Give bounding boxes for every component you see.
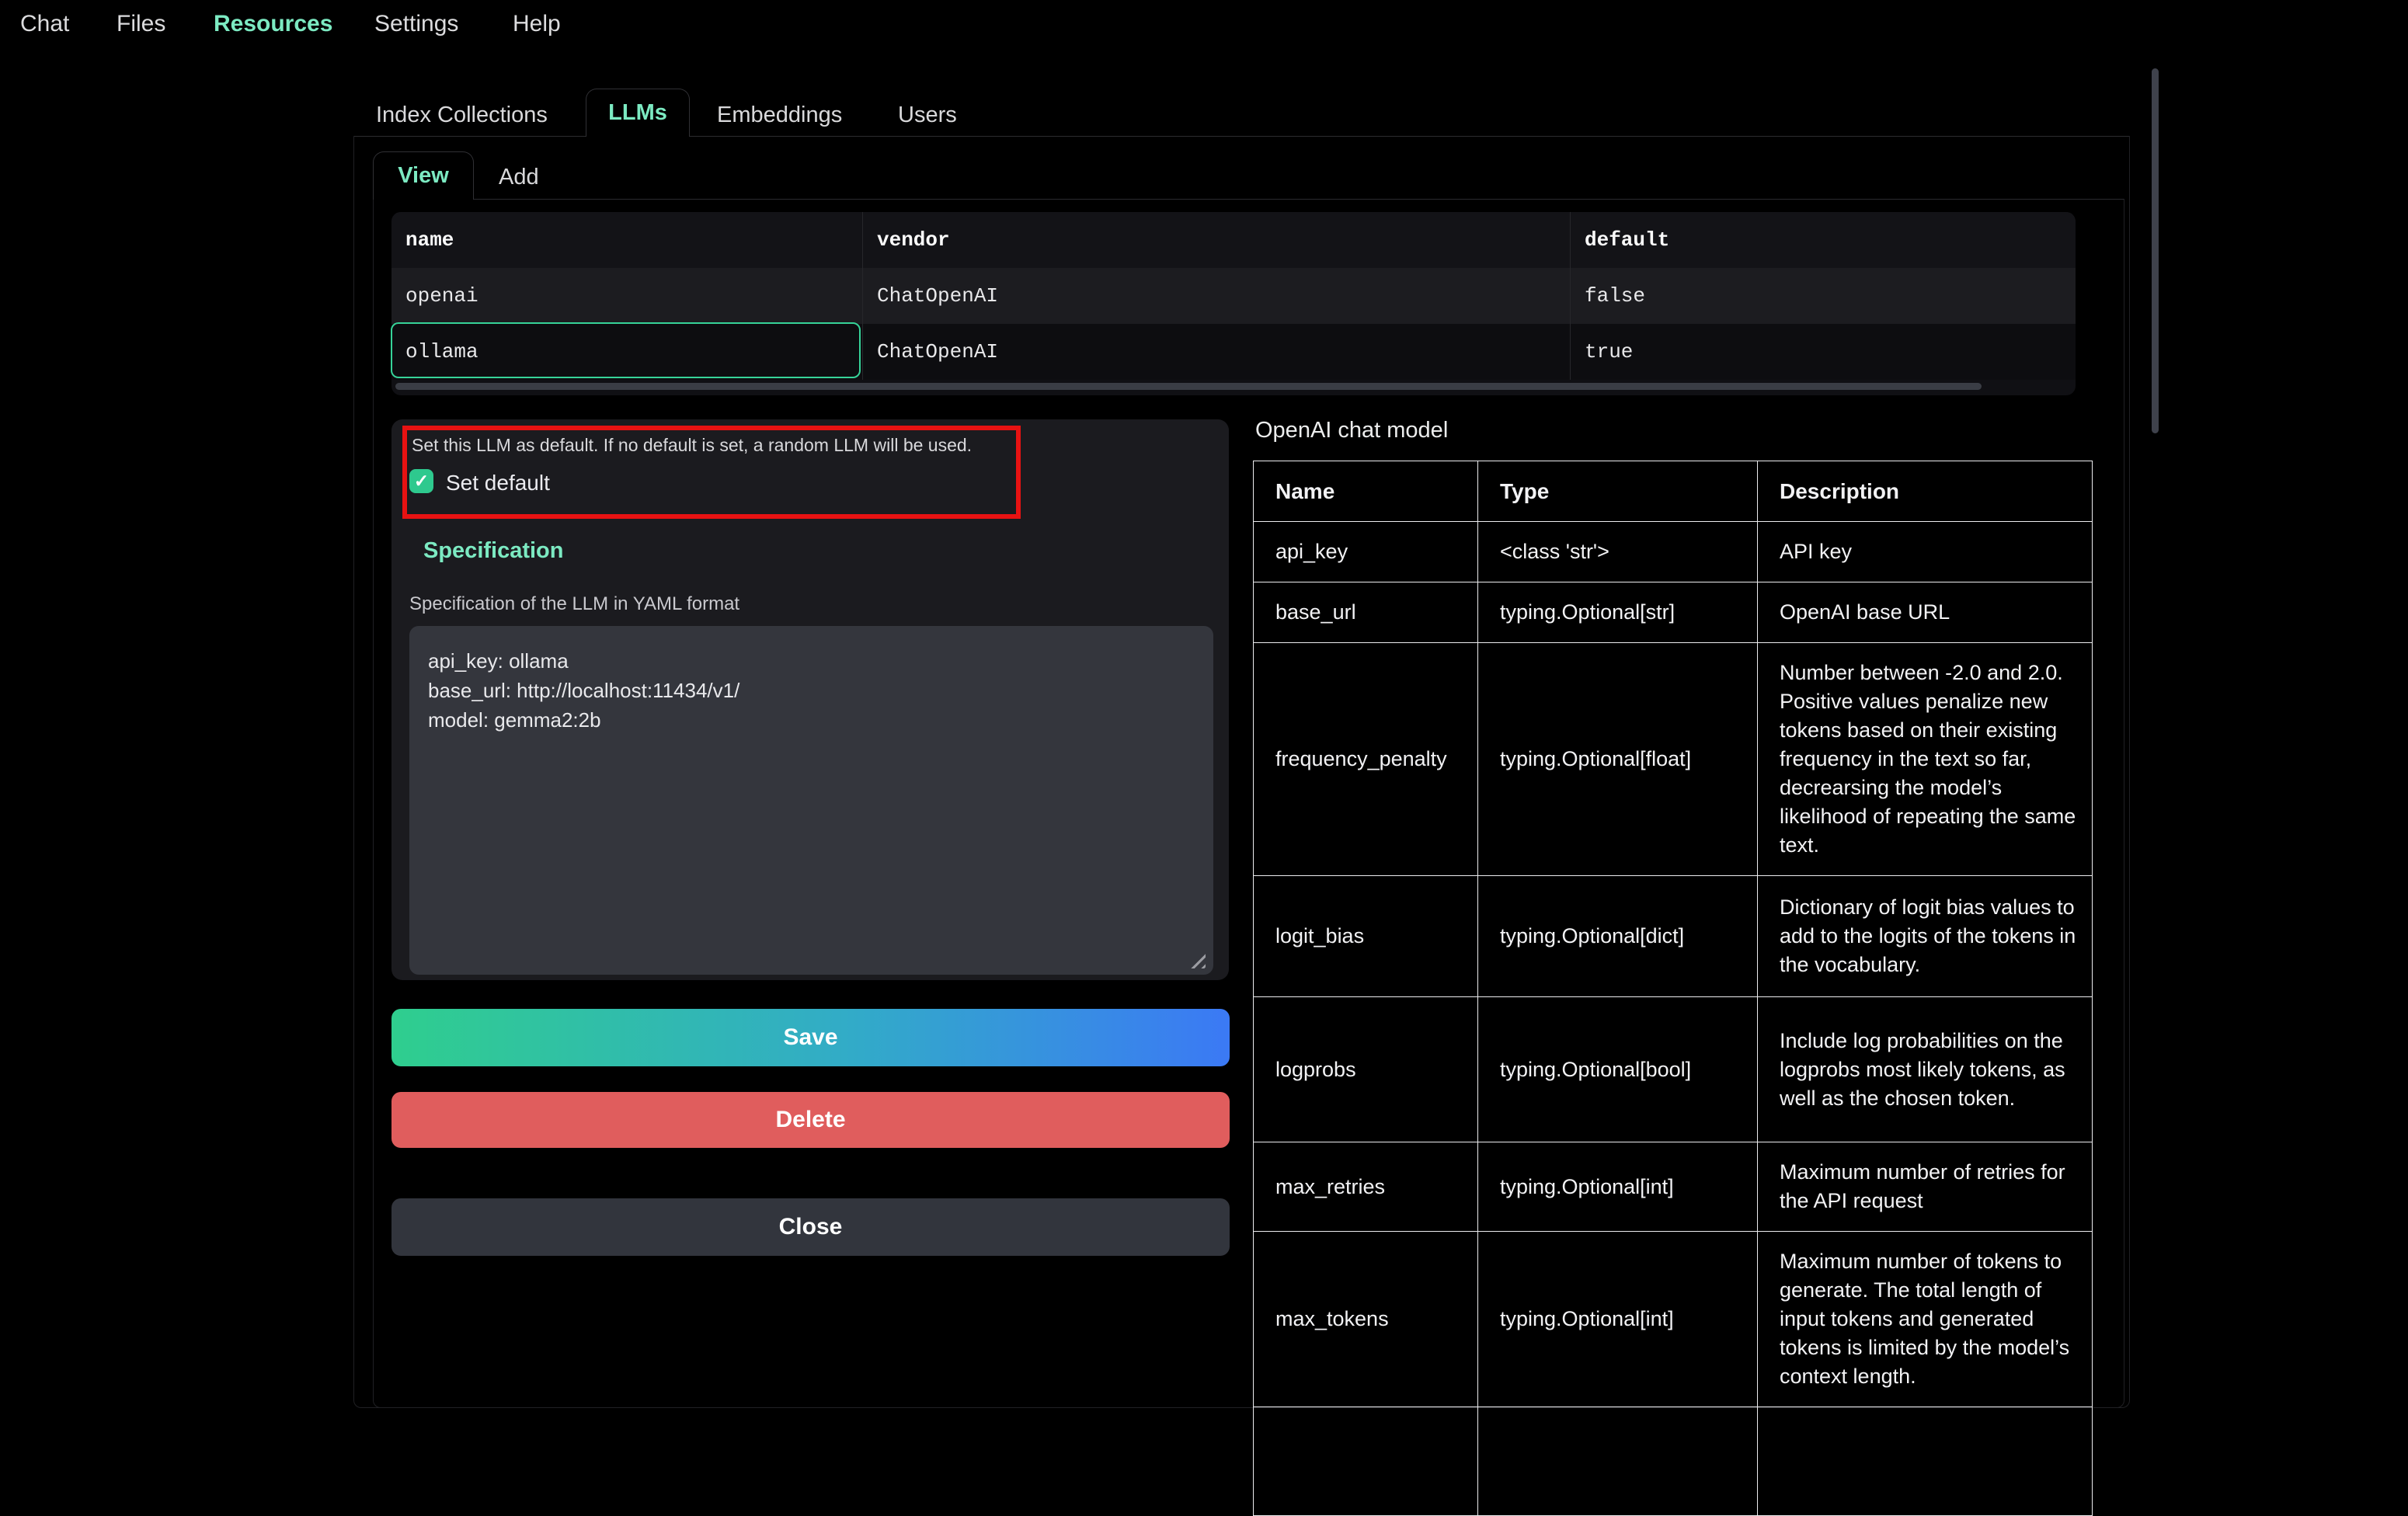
param-description: API key <box>1758 522 2093 582</box>
save-button[interactable]: Save <box>391 1009 1230 1066</box>
checkmark-icon: ✓ <box>414 472 429 490</box>
param-name: api_key <box>1254 522 1478 582</box>
param-description: Include log probabilities on the logprob… <box>1758 997 2093 1142</box>
close-button[interactable]: Close <box>391 1198 1230 1256</box>
llm-list-table: name vendor default openai ChatOpenAI fa… <box>391 212 2076 395</box>
param-description: Dictionary of logit bias values to add t… <box>1758 876 2093 997</box>
table-row: logit_bias typing.Optional[dict] Diction… <box>1254 876 2093 997</box>
param-description: Number between -2.0 and 2.0. Positive va… <box>1758 643 2093 876</box>
param-description: Maximum number of tokens to generate. Th… <box>1758 1232 2093 1407</box>
specification-description: Specification of the LLM in YAML format <box>409 593 739 615</box>
table-row-cut-off <box>1254 1407 2093 1516</box>
table-row: frequency_penalty typing.Optional[float]… <box>1254 643 2093 876</box>
param-type: typing.Optional[str] <box>1478 582 1758 643</box>
set-default-label[interactable]: Set default <box>446 471 550 495</box>
llm-table-header: name vendor default <box>391 212 2076 268</box>
tab-llms-active[interactable]: LLMs <box>586 89 690 137</box>
nav-resources[interactable]: Resources <box>214 11 332 37</box>
param-type: typing.Optional[dict] <box>1478 876 1758 997</box>
nav-help[interactable]: Help <box>513 11 561 37</box>
nav-chat[interactable]: Chat <box>20 11 69 37</box>
llm-row-ollama-selected[interactable]: ollama ChatOpenAI true <box>391 324 2076 380</box>
subtab-view-label: View <box>398 163 449 189</box>
set-default-checkbox[interactable]: ✓ <box>409 469 433 493</box>
model-header-type: Type <box>1478 461 1758 522</box>
subtab-view-active[interactable]: View <box>373 151 474 200</box>
page-scrollbar-thumb[interactable] <box>2152 68 2159 433</box>
param-type: typing.Optional[float] <box>1478 643 1758 876</box>
param-type: typing.Optional[int] <box>1478 1142 1758 1232</box>
table-row: logprobs typing.Optional[bool] Include l… <box>1254 997 2093 1142</box>
param-type: <class 'str'> <box>1478 522 1758 582</box>
llm-cell-default[interactable]: false <box>1570 268 2076 324</box>
tab-users[interactable]: Users <box>898 103 957 128</box>
param-name: logit_bias <box>1254 876 1478 997</box>
llm-cell-vendor[interactable]: ChatOpenAI <box>862 268 1570 324</box>
nav-settings[interactable]: Settings <box>374 11 458 37</box>
specification-heading: Specification <box>423 538 564 564</box>
default-note-text: Set this LLM as default. If no default i… <box>412 435 972 456</box>
llm-cell-vendor[interactable]: ChatOpenAI <box>862 324 1570 380</box>
tab-index-collections[interactable]: Index Collections <box>376 103 548 128</box>
specification-yaml-input[interactable]: api_key: ollama base_url: http://localho… <box>409 626 1213 975</box>
table-row: base_url typing.Optional[str] OpenAI bas… <box>1254 582 2093 643</box>
llm-header-vendor: vendor <box>862 212 1570 268</box>
param-type: typing.Optional[bool] <box>1478 997 1758 1142</box>
model-table-header: Name Type Description <box>1254 461 2093 522</box>
param-name: logprobs <box>1254 997 1478 1142</box>
delete-button[interactable]: Delete <box>391 1092 1230 1148</box>
nav-files[interactable]: Files <box>117 11 165 37</box>
tab-embeddings[interactable]: Embeddings <box>717 103 842 128</box>
subtab-add[interactable]: Add <box>499 165 539 190</box>
model-info-title: OpenAI chat model <box>1255 418 1448 443</box>
param-name: frequency_penalty <box>1254 643 1478 876</box>
llm-cell-name[interactable]: openai <box>391 268 862 324</box>
param-description: Maximum number of retries for the API re… <box>1758 1142 2093 1232</box>
model-header-name: Name <box>1254 461 1478 522</box>
table-row: max_tokens typing.Optional[int] Maximum … <box>1254 1232 2093 1407</box>
param-name: max_retries <box>1254 1142 1478 1232</box>
llm-header-default: default <box>1570 212 2076 268</box>
param-type: typing.Optional[int] <box>1478 1232 1758 1407</box>
param-name <box>1254 1407 1478 1516</box>
model-info-table: Name Type Description api_key <class 'st… <box>1253 461 2093 1516</box>
param-description <box>1758 1407 2093 1516</box>
param-name: max_tokens <box>1254 1232 1478 1407</box>
llm-detail-panel: Set this LLM as default. If no default i… <box>391 419 1229 980</box>
llm-table-hscrollbar-thumb[interactable] <box>395 383 1982 390</box>
model-header-description: Description <box>1758 461 2093 522</box>
llm-row-openai[interactable]: openai ChatOpenAI false <box>391 268 2076 324</box>
param-description: OpenAI base URL <box>1758 582 2093 643</box>
llm-header-name: name <box>391 212 862 268</box>
table-row: api_key <class 'str'> API key <box>1254 522 2093 582</box>
tab-llms-label: LLMs <box>608 100 667 126</box>
llm-cell-name[interactable]: ollama <box>391 324 862 380</box>
table-row: max_retries typing.Optional[int] Maximum… <box>1254 1142 2093 1232</box>
param-name: base_url <box>1254 582 1478 643</box>
param-type <box>1478 1407 1758 1516</box>
llm-cell-default[interactable]: true <box>1570 324 2076 380</box>
